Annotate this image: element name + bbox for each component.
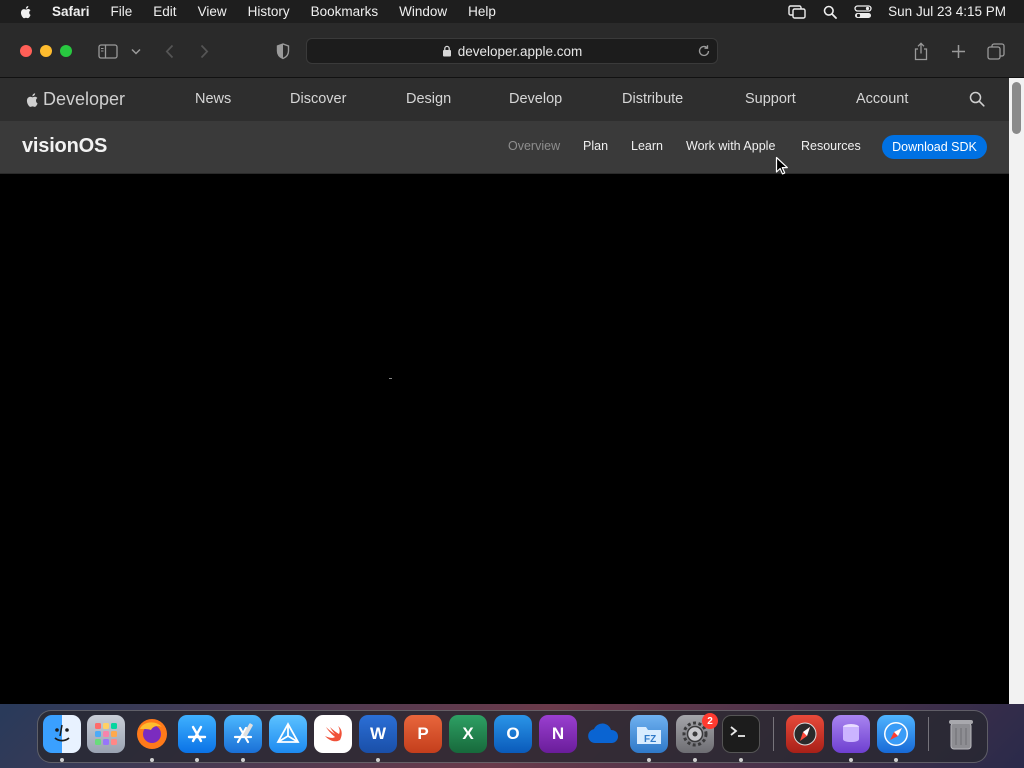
tab-overview-icon[interactable] [986, 42, 1006, 60]
dock-separator [928, 717, 929, 751]
menu-edit[interactable]: Edit [153, 4, 176, 19]
scrollbar-thumb[interactable] [1012, 82, 1021, 134]
dock-app-store-icon[interactable] [178, 715, 216, 753]
sidebar-toggle-icon[interactable] [97, 42, 119, 60]
dock-running-indicator [241, 758, 245, 762]
download-sdk-button[interactable]: Download SDK [882, 135, 987, 159]
menu-help[interactable]: Help [468, 4, 496, 19]
dock-running-indicator [739, 758, 743, 762]
chevron-down-icon[interactable] [130, 45, 142, 57]
developer-logo[interactable]: Developer [24, 89, 125, 110]
developer-wordmark: Developer [43, 89, 126, 109]
screen-mirroring-icon[interactable] [788, 4, 806, 20]
search-icon[interactable] [969, 91, 985, 107]
lock-icon [442, 45, 451, 57]
window-minimize-button[interactable] [40, 45, 52, 57]
apple-menu-icon[interactable] [18, 4, 34, 20]
dock-launchpad-icon[interactable] [87, 715, 125, 753]
nav-develop[interactable]: Develop [509, 91, 562, 107]
menu-file[interactable]: File [111, 4, 133, 19]
control-center-icon[interactable] [854, 4, 872, 20]
dock-running-indicator [376, 758, 380, 762]
dock-swift-playgrounds-icon[interactable] [314, 715, 352, 753]
dock-terminal-icon[interactable] [722, 715, 760, 753]
menu-bar-clock[interactable]: Sun Jul 23 4:15 PM [888, 4, 1006, 19]
dock-filezilla-icon[interactable]: FZ [630, 715, 668, 753]
developer-global-nav: Developer News Discover Design Develop D… [0, 78, 1009, 121]
svg-text:FZ: FZ [644, 734, 656, 745]
dock-microsoft-onenote-icon[interactable]: N [539, 715, 577, 753]
dock-running-indicator [150, 758, 154, 762]
nav-discover[interactable]: Discover [290, 91, 346, 107]
address-bar[interactable]: developer.apple.com [306, 38, 718, 64]
dock-firefox-icon[interactable] [133, 715, 171, 753]
nav-account[interactable]: Account [856, 91, 908, 107]
reload-icon[interactable] [697, 44, 711, 58]
dock-microsoft-outlook-icon[interactable]: O [494, 715, 532, 753]
localnav-learn[interactable]: Learn [631, 139, 663, 153]
window-close-button[interactable] [20, 45, 32, 57]
dock-safari-icon[interactable] [877, 715, 915, 753]
nav-distribute[interactable]: Distribute [622, 91, 683, 107]
privacy-shield-icon[interactable] [274, 42, 292, 60]
product-local-nav: visionOS Overview Plan Learn Work with A… [0, 121, 1009, 174]
back-arrow-icon[interactable] [162, 42, 176, 60]
dock-running-indicator [849, 758, 853, 762]
menu-history[interactable]: History [248, 4, 290, 19]
dock-running-indicator [693, 758, 697, 762]
hero-content-area [0, 174, 1009, 704]
dock-running-indicator [60, 758, 64, 762]
dock-running-indicator [647, 758, 651, 762]
spotlight-search-icon[interactable] [821, 4, 839, 20]
window-zoom-button[interactable] [60, 45, 72, 57]
share-icon[interactable] [912, 41, 930, 61]
new-tab-plus-icon[interactable] [949, 42, 967, 60]
localnav-work-with-apple[interactable]: Work with Apple [686, 139, 775, 153]
dock-trash-icon[interactable] [942, 715, 980, 753]
dock-microsoft-powerpoint-icon[interactable]: P [404, 715, 442, 753]
localnav-plan[interactable]: Plan [583, 139, 608, 153]
dock-instruments-icon[interactable] [269, 715, 307, 753]
menu-window[interactable]: Window [399, 4, 447, 19]
dock-finder-icon[interactable] [43, 715, 81, 753]
notification-badge: 2 [702, 713, 718, 729]
scrollbar-track[interactable] [1009, 78, 1024, 704]
dock-reality-composer-pro-icon[interactable] [832, 715, 870, 753]
dock-running-indicator [195, 758, 199, 762]
dock-xcode-icon[interactable] [224, 715, 262, 753]
nav-support[interactable]: Support [745, 91, 796, 107]
hero-speck [389, 378, 392, 379]
menu-view[interactable]: View [198, 4, 227, 19]
dock-running-indicator [894, 758, 898, 762]
menu-bookmarks[interactable]: Bookmarks [311, 4, 379, 19]
dock-microsoft-excel-icon[interactable]: X [449, 715, 487, 753]
dock-safari-technology-preview-icon[interactable] [786, 715, 824, 753]
dock-microsoft-word-icon[interactable]: W [359, 715, 397, 753]
dock-onedrive-icon[interactable] [584, 715, 622, 753]
nav-news[interactable]: News [195, 91, 231, 107]
dock-separator [773, 717, 774, 751]
localnav-resources[interactable]: Resources [801, 139, 861, 153]
localnav-overview[interactable]: Overview [508, 139, 560, 153]
menu-app-name[interactable]: Safari [52, 4, 90, 19]
nav-design[interactable]: Design [406, 91, 451, 107]
address-bar-url: developer.apple.com [457, 43, 583, 59]
mouse-cursor-icon [775, 156, 788, 175]
menu-bar: Safari File Edit View History Bookmarks … [0, 0, 1024, 23]
product-title[interactable]: visionOS [22, 135, 107, 158]
forward-arrow-icon[interactable] [197, 42, 211, 60]
apple-logo-icon [26, 92, 38, 107]
